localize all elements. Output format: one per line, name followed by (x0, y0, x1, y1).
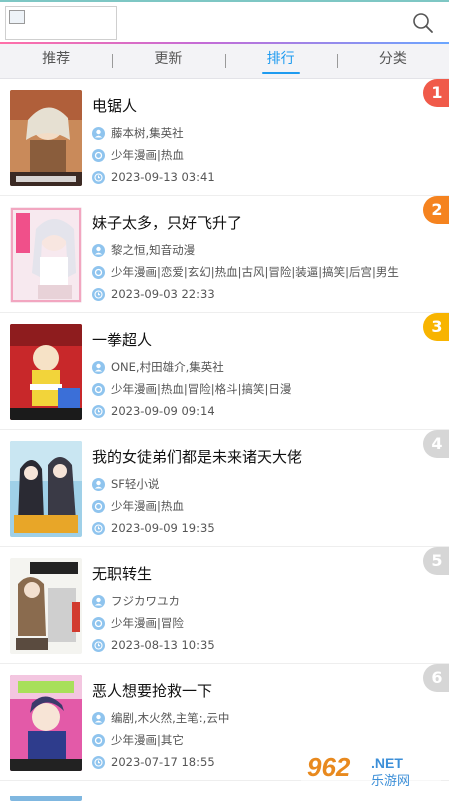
comic-title: 无职转生 (92, 565, 153, 583)
tag-icon (92, 148, 105, 162)
clock-icon (92, 404, 105, 418)
category-tabs: 推荐 更新 排行 分类 (0, 44, 449, 79)
tag-icon (92, 616, 105, 630)
list-item[interactable]: 一拳超人 ONE,村田雄介,集英社 少年漫画|热血|冒险|格斗|搞笑|日漫 20… (0, 313, 449, 430)
author-row: 黎之恒,知音动漫 (92, 242, 195, 258)
comic-title: 恶人想要抢救一下 (92, 682, 213, 700)
author-row: SF轻小说 (92, 476, 159, 492)
author-icon (92, 243, 105, 257)
clock-icon (92, 287, 105, 301)
watermark-suffix: .NET (371, 755, 403, 771)
rank-badge: 1 (423, 79, 449, 107)
clock-icon (92, 170, 105, 184)
comic-title: 妹子太多，只好飞升了 (92, 214, 243, 232)
tab-recommend[interactable]: 推荐 (0, 44, 112, 78)
app-logo-image (5, 6, 117, 40)
tag-icon (92, 382, 105, 396)
site-watermark: 962 .NET 乐游网 (301, 748, 441, 790)
author-icon (92, 360, 105, 374)
rank-badge: 2 (423, 196, 449, 224)
author-row: ONE,村田雄介,集英社 (92, 359, 224, 375)
comic-cover (10, 441, 82, 537)
tags-row: 少年漫画|其它 (92, 732, 184, 748)
comic-cover (10, 791, 82, 801)
rank-badge: 3 (423, 313, 449, 341)
tab-category[interactable]: 分类 (336, 44, 449, 78)
tab-ranking[interactable]: 排行 (224, 44, 337, 78)
watermark-number: 962 (307, 752, 351, 782)
rank-badge: 4 (423, 430, 449, 458)
rank-badge: 6 (423, 664, 449, 692)
comic-cover (10, 324, 82, 420)
tags-row: 少年漫画|热血 (92, 147, 184, 163)
comic-cover (10, 558, 82, 654)
watermark-sub: 乐游网 (371, 774, 410, 789)
search-icon (413, 13, 433, 33)
time-row: 2023-07-17 18:55 (92, 755, 215, 769)
list-item[interactable]: 妹子太多，只好飞升了 黎之恒,知音动漫 少年漫画|恋爱|玄幻|热血|古风|冒险|… (0, 196, 449, 313)
top-bar (0, 0, 449, 44)
ranking-list: 电锯人 藤本树,集英社 少年漫画|热血 2023-09-13 03:41 1 妹… (0, 79, 449, 801)
tags-row: 少年漫画|冒险 (92, 615, 184, 631)
comic-cover (10, 90, 82, 186)
comic-title: 我的女徒弟们都是未来诸天大佬 (92, 448, 303, 466)
tags-row: 少年漫画|热血|冒险|格斗|搞笑|日漫 (92, 381, 291, 397)
comic-cover (10, 207, 82, 303)
tag-icon (92, 265, 105, 279)
list-item[interactable]: 电锯人 藤本树,集英社 少年漫画|热血 2023-09-13 03:41 1 (0, 79, 449, 196)
author-icon (92, 711, 105, 725)
active-tab-indicator (261, 72, 300, 74)
clock-icon (92, 521, 105, 535)
list-item[interactable]: 我的女徒弟们都是未来诸天大佬 SF轻小说 少年漫画|热血 2023-09-09 … (0, 430, 449, 547)
tags-row: 少年漫画|恋爱|玄幻|热血|古风|冒险|装逼|搞笑|后宫|男生 (92, 264, 399, 280)
author-icon (92, 594, 105, 608)
comic-title: 电锯人 (92, 97, 138, 115)
author-row: 编剧,木火然,主笔:,云中 (92, 710, 229, 726)
time-row: 2023-09-09 09:14 (92, 404, 215, 418)
search-button[interactable] (411, 11, 435, 35)
clock-icon (92, 755, 105, 769)
tag-icon (92, 499, 105, 513)
author-icon (92, 477, 105, 491)
tags-row: 少年漫画|热血 (92, 498, 184, 514)
list-item[interactable]: 无职转生 フジカワユカ 少年漫画|冒险 2023-08-13 10:35 5 (0, 547, 449, 664)
broken-image-icon (9, 10, 25, 24)
comic-title: 一拳超人 (92, 331, 153, 349)
time-row: 2023-08-13 10:35 (92, 638, 215, 652)
author-row: 藤本树,集英社 (92, 125, 184, 141)
time-row: 2023-09-09 19:35 (92, 521, 215, 535)
author-icon (92, 126, 105, 140)
author-row: フジカワユカ (92, 593, 180, 609)
clock-icon (92, 638, 105, 652)
time-row: 2023-09-03 22:33 (92, 287, 215, 301)
rank-badge: 5 (423, 547, 449, 575)
tag-icon (92, 733, 105, 747)
comic-cover (10, 675, 82, 771)
tab-update[interactable]: 更新 (112, 44, 224, 78)
time-row: 2023-09-13 03:41 (92, 170, 215, 184)
